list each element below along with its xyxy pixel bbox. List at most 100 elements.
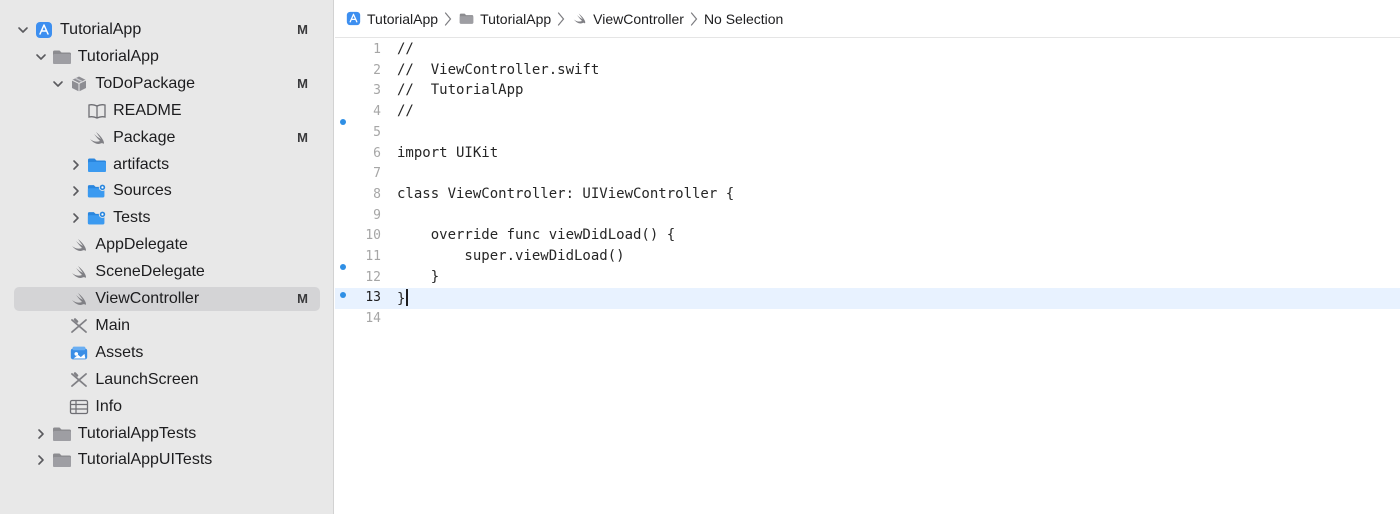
navigator-item[interactable]: ViewController M — [14, 287, 320, 311]
swift-icon — [87, 129, 107, 147]
code-line[interactable]: 6 import UIKit — [335, 144, 1400, 165]
navigator-item[interactable]: Package M — [14, 126, 320, 150]
code-line[interactable]: 11 super.viewDidLoad() — [335, 247, 1400, 268]
chevron-right-icon[interactable] — [34, 453, 48, 467]
code-line[interactable]: 3 // TutorialApp — [335, 81, 1400, 102]
navigator-item-label: AppDelegate — [95, 236, 188, 254]
line-number: 4 — [373, 104, 381, 120]
code-line[interactable]: 10 override func viewDidLoad() { — [335, 226, 1400, 247]
code-line[interactable]: 2 // ViewController.swift — [335, 61, 1400, 82]
line-number: 9 — [373, 207, 381, 223]
app-project-icon — [34, 21, 54, 39]
code-area[interactable]: 1 // 2 // ViewController.swift 3 // TutorialA… — [335, 40, 1400, 514]
code-text[interactable]: super.viewDidLoad() — [397, 248, 624, 264]
source-control-status-badge: M — [297, 129, 308, 145]
navigator-item[interactable]: SceneDelegate — [14, 260, 320, 284]
navigator-item-label: Sources — [113, 182, 172, 200]
folder-icon — [52, 425, 72, 443]
package-icon — [69, 75, 89, 93]
code-line[interactable]: 8 class ViewController: UIViewController … — [335, 185, 1400, 206]
navigator-item[interactable]: artifacts — [14, 153, 320, 177]
navigator-item-label: Package — [113, 128, 176, 146]
chevron-down-icon[interactable] — [16, 23, 30, 37]
blue-folder-icon — [87, 156, 107, 174]
code-line[interactable]: 4 // — [335, 102, 1400, 123]
source-control-status-badge: M — [297, 291, 308, 306]
navigator-item-label: Assets — [95, 343, 144, 361]
chevron-right-icon[interactable] — [34, 427, 48, 441]
code-text[interactable]: // ViewController.swift — [397, 62, 599, 78]
navigator-item[interactable]: Assets — [14, 341, 320, 365]
navigator-item-label: Tests — [113, 209, 151, 227]
swift-icon — [69, 236, 89, 254]
chevron-right-icon[interactable] — [69, 211, 83, 225]
swift-icon — [571, 11, 587, 27]
code-line[interactable]: 1 // — [335, 40, 1400, 61]
navigator-item[interactable]: ToDoPackage M — [14, 72, 320, 96]
code-text[interactable]: } — [397, 269, 439, 285]
chevron-right-icon[interactable] — [69, 184, 83, 198]
breadcrumb-item[interactable]: ViewController — [571, 11, 684, 27]
navigator-item[interactable]: TutorialAppTests — [14, 422, 320, 446]
source-control-status-badge: M — [297, 22, 308, 37]
code-text[interactable]: import UIKit — [397, 145, 498, 161]
breadcrumb-item[interactable]: TutorialApp — [345, 11, 438, 27]
navigator-item[interactable]: TutorialApp — [14, 45, 320, 69]
code-line[interactable]: 13} — [335, 288, 1400, 310]
navigator-item-label: TutorialAppUITests — [77, 451, 213, 469]
navigator-item[interactable]: TutorialApp M — [14, 18, 320, 42]
chevron-right-icon — [442, 11, 454, 27]
navigator-item[interactable]: README — [14, 99, 320, 123]
navigator-item-label: TutorialAppTests — [77, 424, 197, 442]
assets-icon — [69, 344, 89, 362]
source-editor: TutorialApp TutorialApp ViewController No S… — [335, 0, 1400, 514]
code-text[interactable]: // — [397, 41, 414, 57]
line-number: 12 — [365, 269, 381, 285]
line-number: 11 — [365, 249, 381, 264]
navigator-item[interactable]: TutorialAppUITests — [14, 448, 320, 472]
navigator-item[interactable]: Tests — [14, 206, 320, 230]
chevron-down-icon[interactable] — [34, 50, 48, 64]
navigator-item[interactable]: LaunchScreen — [14, 368, 320, 392]
navigator-item-label: ToDoPackage — [95, 74, 196, 92]
line-number: 6 — [373, 145, 381, 161]
code-text[interactable]: class ViewController: UIViewController { — [397, 186, 734, 202]
navigator-item[interactable]: Sources — [14, 179, 320, 203]
code-line[interactable]: 9 — [335, 206, 1400, 227]
code-line[interactable]: 5 — [335, 118, 1400, 144]
navigator-item-label: artifacts — [113, 155, 170, 173]
breadcrumb-item[interactable]: TutorialApp — [458, 11, 551, 27]
app-project-icon — [345, 11, 361, 27]
chevron-right-icon — [555, 11, 567, 27]
breadcrumb-label: ViewController — [593, 10, 684, 27]
code-line[interactable]: 7 — [335, 164, 1400, 185]
line-number: 2 — [373, 62, 381, 78]
navigator-item[interactable]: Info — [14, 395, 320, 419]
line-number: 8 — [373, 186, 381, 202]
project-navigator: TutorialApp M TutorialApp ToDoPackage M READM… — [0, 0, 334, 514]
plist-table-icon — [69, 398, 89, 416]
chevron-right-icon — [688, 11, 700, 27]
chevron-right-icon[interactable] — [69, 158, 83, 172]
code-text[interactable]: } — [397, 289, 408, 307]
breadcrumb-item[interactable]: No Selection — [704, 11, 783, 27]
navigator-item[interactable]: AppDelegate — [14, 233, 320, 257]
navigator-item-label: Main — [95, 316, 131, 334]
breadcrumb: TutorialApp TutorialApp ViewController No S… — [345, 11, 783, 27]
line-number: 1 — [373, 42, 381, 57]
code-text[interactable]: override func viewDidLoad() { — [397, 227, 675, 243]
folder-icon — [458, 11, 474, 27]
source-folder-icon — [87, 182, 107, 200]
navigator-item-label: SceneDelegate — [95, 263, 205, 281]
source-folder-icon — [87, 209, 107, 227]
source-control-status-badge: M — [297, 75, 308, 91]
chevron-down-icon[interactable] — [51, 77, 65, 91]
swift-icon — [69, 263, 89, 281]
navigator-item[interactable]: Main — [14, 314, 320, 338]
code-line[interactable]: 14 — [335, 309, 1400, 330]
code-line[interactable]: 12 } — [335, 263, 1400, 289]
code-text[interactable]: // — [397, 103, 414, 119]
book-icon — [87, 102, 107, 120]
storyboard-icon — [69, 371, 89, 389]
code-text[interactable]: // TutorialApp — [397, 82, 523, 98]
